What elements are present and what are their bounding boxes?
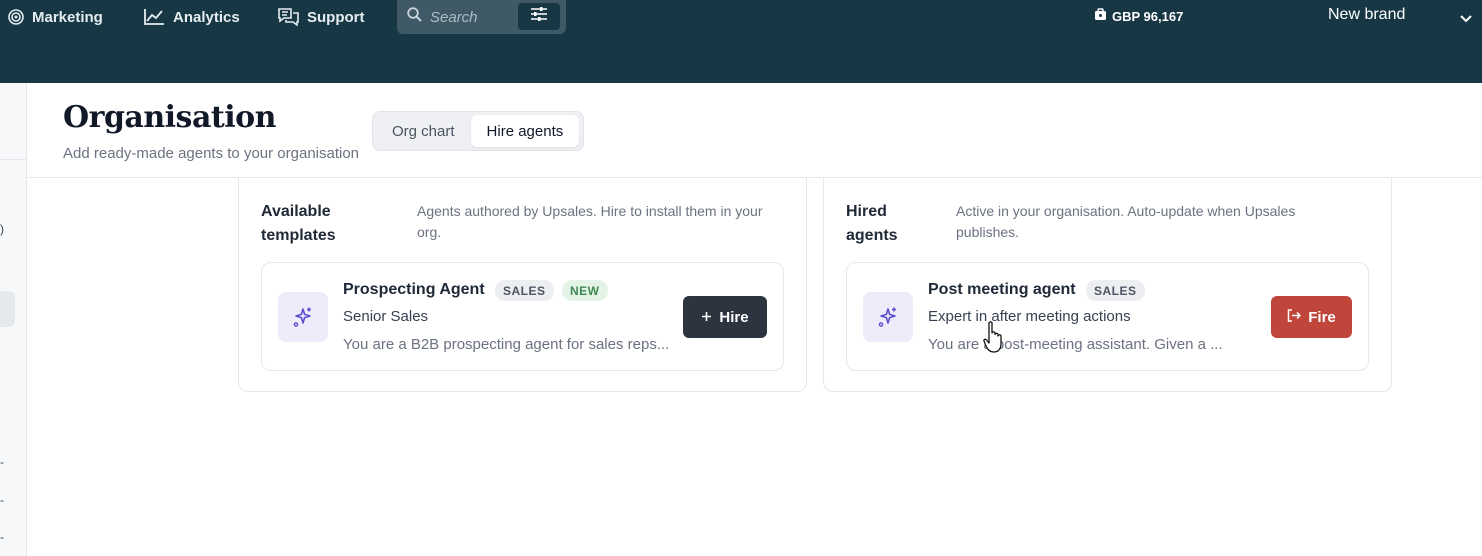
nav-analytics[interactable]: Analytics [143, 6, 240, 28]
sparkles-icon [863, 292, 913, 342]
sidebar-item-fragment[interactable]: - [0, 455, 4, 469]
sliders-icon [530, 6, 548, 27]
available-templates-panel: Available templates Agents authored by U… [238, 178, 807, 392]
sidebar-item-fragment[interactable]: - [0, 530, 4, 544]
chart-line-icon [143, 8, 165, 26]
agent-role: Expert in after meeting actions [928, 308, 1131, 325]
hired-agents-title: Hired agents [846, 203, 898, 244]
marketing-icon [8, 9, 24, 25]
balance-amount: GBP 96,167 [1112, 8, 1184, 24]
agent-description: You are a B2B prospecting agent for sale… [343, 336, 670, 353]
badge-sales: SALES [1086, 280, 1145, 301]
nav-support[interactable]: Support [278, 6, 365, 28]
tab-hire-agents[interactable]: Hire agents [470, 115, 580, 147]
top-navigation-bar: Marketing Analytics Support GBP 96,167 N… [0, 0, 1482, 83]
agent-name: Prospecting Agent [343, 281, 485, 298]
logout-icon [1287, 308, 1302, 326]
badge-new: NEW [562, 280, 608, 301]
nav-marketing-label: Marketing [32, 8, 103, 26]
chat-bubbles-icon [278, 8, 299, 26]
view-tabs: Org chart Hire agents [372, 111, 584, 151]
hire-button[interactable]: Hire [683, 296, 767, 338]
search-input[interactable] [430, 8, 516, 26]
sparkles-icon [278, 292, 328, 342]
tab-org-chart[interactable]: Org chart [376, 115, 471, 147]
sidebar-divider [0, 159, 27, 160]
plus-icon [701, 309, 712, 326]
sidebar-item-fragment[interactable]: ) [0, 222, 4, 236]
agent-name: Post meeting agent [928, 281, 1076, 298]
agent-card-post-meeting[interactable]: Post meeting agent SALES Expert in after… [846, 262, 1369, 371]
badge-sales: SALES [495, 280, 554, 301]
hired-agents-description: Active in your organisation. Auto-update… [956, 203, 1296, 240]
hire-button-label: Hire [719, 308, 749, 326]
page-subtitle: Add ready-made agents to your organisati… [63, 145, 360, 162]
wallet-icon [1094, 8, 1107, 24]
hired-agents-panel: Hired agents Active in your organisation… [823, 178, 1392, 392]
page-title: Organisation [63, 100, 276, 135]
account-balance[interactable]: GBP 96,167 [1094, 8, 1183, 24]
search-filter-button[interactable] [518, 3, 560, 30]
chevron-down-icon[interactable] [1460, 10, 1472, 28]
agent-description: You are a post-meeting assistant. Given … [928, 336, 1223, 353]
nav-support-label: Support [307, 8, 365, 26]
sidebar-item-selected[interactable] [0, 291, 15, 327]
left-sidebar: ) - - - [0, 83, 27, 556]
available-templates-title: Available templates [261, 203, 336, 244]
sidebar-item-fragment[interactable]: - [0, 493, 4, 507]
hand-cursor-icon [983, 320, 1005, 361]
nav-analytics-label: Analytics [173, 8, 240, 26]
agent-card-prospecting[interactable]: Prospecting Agent SALES NEW Senior Sales… [261, 262, 784, 371]
search-box [397, 0, 566, 34]
fire-button-label: Fire [1308, 308, 1336, 326]
available-templates-description: Agents authored by Upsales. Hire to inst… [417, 203, 763, 240]
nav-marketing[interactable]: Marketing [8, 6, 103, 28]
fire-button[interactable]: Fire [1271, 296, 1352, 338]
agent-role: Senior Sales [343, 308, 429, 325]
brand-selector[interactable]: New brand [1328, 6, 1405, 24]
search-icon [407, 7, 422, 27]
